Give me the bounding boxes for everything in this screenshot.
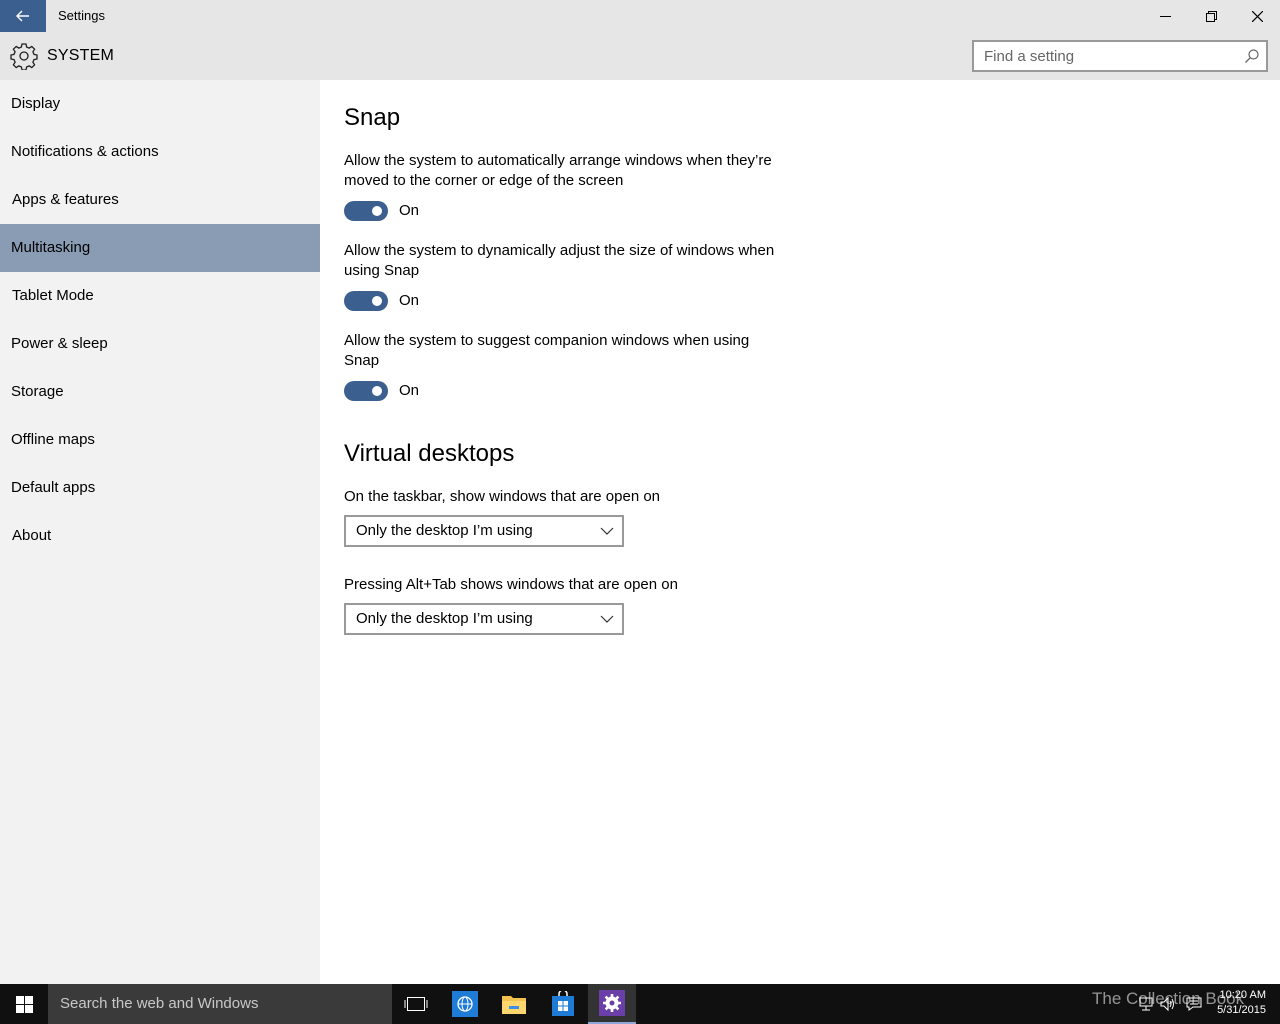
windows-logo-icon — [15, 995, 33, 1013]
taskbar: Search the web and Windows The Collectio… — [0, 984, 1280, 1024]
volume-icon[interactable] — [1160, 996, 1176, 1012]
clock-date: 5/31/2015 — [1217, 1004, 1266, 1016]
chevron-down-icon — [600, 615, 614, 623]
start-button[interactable] — [0, 984, 48, 1024]
sidebar-item-label: Multitasking — [11, 239, 91, 256]
minimize-button[interactable] — [1142, 0, 1188, 32]
network-icon[interactable] — [1138, 996, 1154, 1012]
sidebar-item-label: Offline maps — [11, 431, 95, 448]
alttab-windows-label: Pressing Alt+Tab shows windows that are … — [344, 576, 678, 593]
task-view-button[interactable] — [392, 984, 440, 1024]
toggle-knob — [372, 386, 382, 396]
sidebar-item-multitasking[interactable]: Multitasking — [0, 224, 320, 272]
task-view-icon — [404, 997, 428, 1011]
snap-companion-toggle[interactable] — [344, 381, 388, 401]
sidebar-item-display[interactable]: Display — [0, 80, 320, 128]
sidebar-item-label: Power & sleep — [11, 335, 108, 352]
clock-time: 10:20 AM — [1219, 989, 1266, 1001]
sidebar-item-storage[interactable]: Storage — [0, 368, 320, 416]
toggle-state-label: On — [399, 202, 420, 219]
sidebar-item-label: About — [12, 527, 52, 544]
taskbar-app-settings[interactable] — [588, 984, 636, 1024]
taskbar-search-box[interactable]: Search the web and Windows — [48, 984, 392, 1024]
close-icon — [1251, 10, 1263, 22]
taskbar-clock[interactable]: 10:20 AM 5/31/2015 — [1217, 988, 1266, 1018]
search-box[interactable] — [972, 40, 1268, 72]
search-icon[interactable] — [1244, 48, 1260, 64]
settings-header: SYSTEM — [0, 32, 1280, 80]
maximize-button[interactable] — [1188, 0, 1234, 32]
snap-resize-toggle[interactable] — [344, 291, 388, 311]
edge-icon — [452, 991, 478, 1017]
sidebar-item-apps-features[interactable]: Apps & features — [0, 176, 320, 224]
sidebar-item-offline-maps[interactable]: Offline maps — [0, 416, 320, 464]
close-button[interactable] — [1234, 0, 1280, 32]
taskbar-search-placeholder: Search the web and Windows — [60, 995, 259, 1012]
toggle-state-label: On — [399, 382, 420, 399]
title-bar: Settings — [0, 0, 1280, 32]
file-explorer-icon — [502, 996, 526, 1014]
dropdown-value: Only the desktop I’m using — [356, 522, 533, 539]
sidebar-item-default-apps[interactable]: Default apps — [0, 464, 320, 512]
back-arrow-icon — [16, 10, 29, 22]
sidebar-item-label: Display — [11, 95, 61, 112]
window-title: Settings — [58, 8, 105, 23]
settings-icon — [599, 990, 625, 1016]
toggle-knob — [372, 206, 382, 216]
page-title: SYSTEM — [47, 47, 114, 64]
gear-icon — [10, 43, 38, 70]
sidebar-item-tablet-mode[interactable]: Tablet Mode — [0, 272, 320, 320]
taskbar-app-file-explorer[interactable] — [490, 984, 538, 1024]
sidebar: Display Notifications & actions Apps & f… — [0, 80, 320, 984]
maximize-icon — [1205, 10, 1217, 22]
sidebar-item-label: Apps & features — [12, 191, 119, 208]
search-input[interactable] — [974, 42, 1234, 70]
main-content: Snap Allow the system to automatically a… — [320, 80, 1280, 984]
toggle-state-label: On — [399, 292, 420, 309]
sidebar-item-power-sleep[interactable]: Power & sleep — [0, 320, 320, 368]
snap-setting-description: Allow the system to suggest companion wi… — [344, 332, 750, 369]
sidebar-item-about[interactable]: About — [0, 512, 320, 560]
sidebar-item-label: Tablet Mode — [12, 287, 94, 304]
section-title-snap: Snap — [344, 104, 401, 131]
alttab-windows-dropdown[interactable]: Only the desktop I’m using — [344, 603, 624, 635]
sidebar-item-notifications[interactable]: Notifications & actions — [0, 128, 320, 176]
snap-arrange-toggle[interactable] — [344, 201, 388, 221]
chevron-down-icon — [600, 527, 614, 535]
taskbar-windows-label: On the taskbar, show windows that are op… — [344, 488, 661, 505]
taskbar-app-edge[interactable] — [441, 984, 489, 1024]
minimize-icon — [1159, 15, 1171, 17]
snap-setting-description: Allow the system to automatically arrang… — [344, 152, 772, 189]
sidebar-item-label: Storage — [11, 383, 64, 400]
taskbar-windows-dropdown[interactable]: Only the desktop I’m using — [344, 515, 624, 547]
store-icon — [552, 991, 574, 1016]
action-center-icon[interactable] — [1186, 996, 1202, 1012]
sidebar-item-label: Notifications & actions — [11, 143, 159, 160]
section-title-virtual-desktops: Virtual desktops — [344, 440, 515, 467]
taskbar-app-store[interactable] — [539, 984, 587, 1024]
snap-setting-description: Allow the system to dynamically adjust t… — [344, 242, 775, 279]
sidebar-item-label: Default apps — [11, 479, 96, 496]
toggle-knob — [372, 296, 382, 306]
dropdown-value: Only the desktop I’m using — [356, 610, 533, 627]
back-button[interactable] — [0, 0, 46, 32]
